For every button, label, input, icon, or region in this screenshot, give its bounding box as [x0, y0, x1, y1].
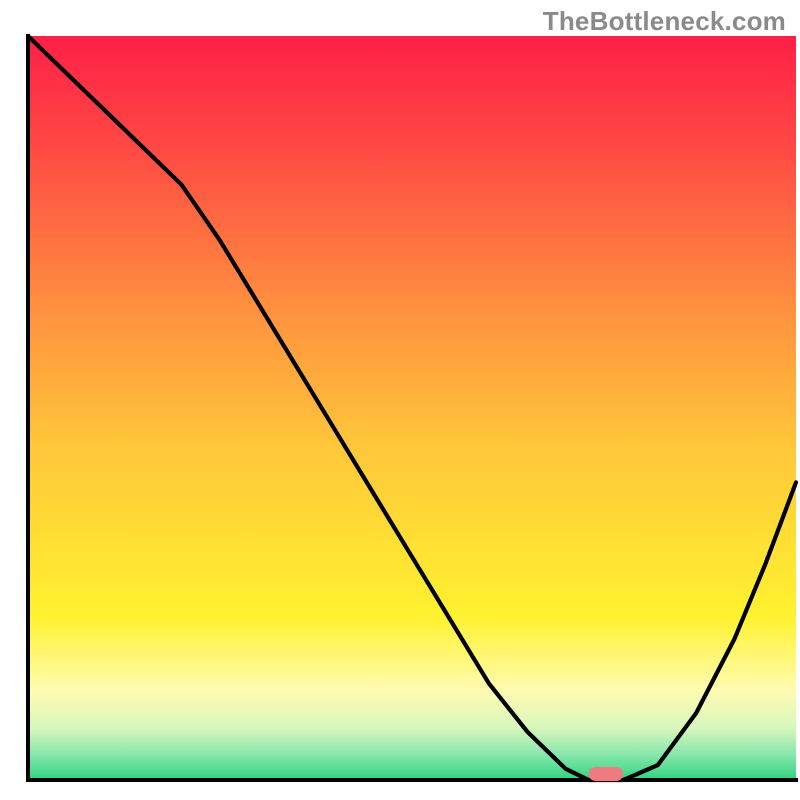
watermark-text: TheBottleneck.com	[543, 6, 786, 37]
bottleneck-chart: TheBottleneck.com	[0, 0, 800, 800]
plot-svg	[0, 0, 800, 800]
plot-area	[28, 36, 796, 781]
optimal-marker	[589, 767, 624, 781]
